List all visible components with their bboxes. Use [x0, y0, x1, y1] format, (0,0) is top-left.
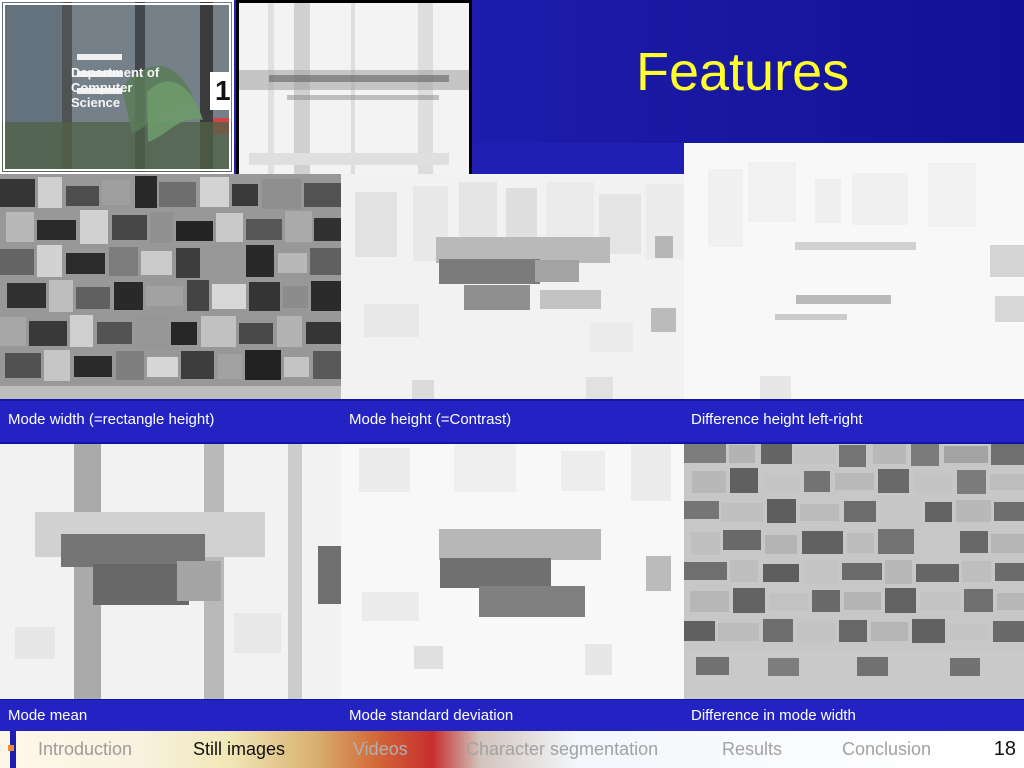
nav-conclusion[interactable]: Conclusion: [842, 740, 931, 758]
mode-width-image: [0, 174, 341, 399]
caption-mode-height: Mode height (=Contrast): [349, 411, 512, 428]
upper-caption-bottom-line: [0, 442, 1024, 444]
department-sign: Department of Computer Science: [71, 65, 160, 110]
caption-mode-stddev: Mode standard deviation: [349, 707, 514, 724]
feature-panel-mode-height: [341, 174, 684, 399]
feature-panel-mode-width-difference: [684, 443, 1024, 699]
difference-mode-width-image: [684, 443, 1024, 699]
feature-panel-difference-height: [684, 143, 1024, 399]
caption-difference-height: Difference height left-right: [691, 411, 863, 428]
slide-number: 18: [993, 738, 1016, 760]
caption-mode-mean: Mode mean: [8, 707, 88, 724]
mode-mean-image: [0, 443, 341, 699]
difference-height-image: [684, 143, 1024, 399]
feature-panel-mode-mean: [0, 443, 341, 699]
mode-height-image: [341, 174, 684, 399]
feature-panel-mode-width: [0, 174, 341, 399]
nav-videos[interactable]: Videos: [353, 740, 408, 758]
feature-thumbnail-art: [239, 3, 469, 174]
lower-caption-band: Mode mean Mode standard deviation Differ…: [0, 700, 1024, 731]
nav-results[interactable]: Results: [722, 740, 782, 758]
slide-title: Features: [636, 42, 850, 102]
mode-stddev-image: [341, 443, 684, 699]
nav-character-segmentation[interactable]: Character segmentation: [466, 740, 658, 758]
feature-thumbnail: [236, 0, 472, 177]
department-photo: Department of Computer Science 1: [0, 0, 234, 174]
caption-mode-width: Mode width (=rectangle height): [8, 411, 215, 428]
caption-mode-width-difference: Difference in mode width: [691, 707, 856, 724]
nav-still-images[interactable]: Still images: [193, 740, 285, 758]
nav-introduction[interactable]: Introduction: [38, 740, 132, 758]
progress-marker-icon: [8, 745, 14, 751]
upper-caption-band: Mode width (=rectangle height) Mode heig…: [0, 401, 1024, 443]
door-number: 1: [215, 75, 231, 106]
feature-panel-mode-stddev: [341, 443, 684, 699]
bottom-navigation-bar: Introduction Still images Videos Charact…: [0, 731, 1024, 768]
